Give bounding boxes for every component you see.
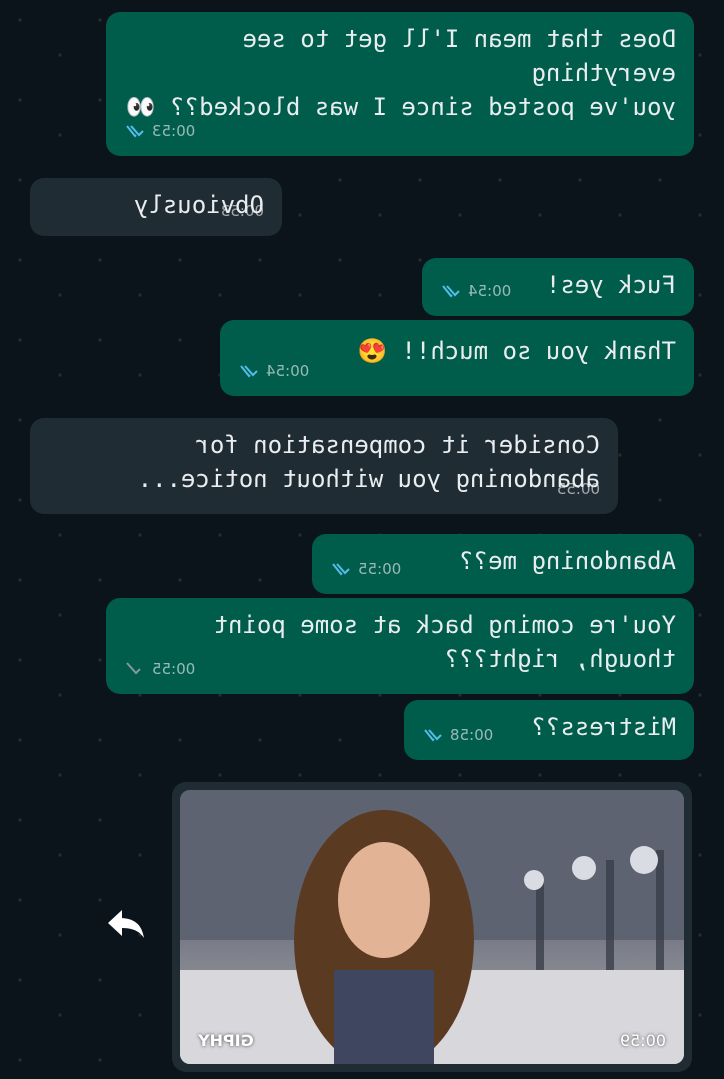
- message-time: 00:54: [266, 362, 310, 380]
- message-meta: 00:58: [420, 718, 493, 752]
- double-check-icon: [240, 365, 258, 378]
- message-bubble[interactable]: Consider it compensation for abandoning …: [30, 418, 618, 514]
- message-meta: 00:54: [438, 274, 511, 308]
- message-bubble[interactable]: Mistress?? 00:58: [404, 700, 694, 760]
- message-bubble[interactable]: You're coming back at some point though,…: [106, 598, 694, 694]
- chat-view[interactable]: Does that mean I'll get to see everythin…: [0, 0, 724, 1079]
- giphy-badge: GIPHY: [198, 1031, 254, 1050]
- message-time: 00:53: [220, 202, 264, 220]
- message-time: 00:55: [152, 660, 196, 678]
- message-text: Does that mean I'll get to see everythin…: [125, 25, 676, 121]
- message-bubble[interactable]: Does that mean I'll get to see everythin…: [106, 12, 694, 156]
- message-time: 00:53: [152, 122, 196, 140]
- double-check-icon: [332, 563, 350, 576]
- message-bubble[interactable]: Fuck yes! 00:54: [422, 258, 694, 316]
- double-check-icon: [126, 125, 144, 138]
- message-time: 00:59: [619, 1031, 666, 1050]
- double-check-icon: [442, 285, 460, 298]
- message-time: 00:54: [468, 282, 512, 300]
- double-check-icon: [424, 729, 442, 742]
- message-bubble[interactable]: Abandoning me?? 00:55: [312, 534, 694, 594]
- gif-image[interactable]: GIPHY 00:59: [180, 790, 684, 1064]
- message-meta: 00:53: [221, 194, 264, 228]
- message-text: Consider it compensation for abandoning …: [137, 431, 600, 493]
- message-meta: 00:55: [122, 652, 195, 686]
- gif-scene: [180, 790, 684, 1064]
- message-time: 00:55: [556, 480, 600, 498]
- message-meta: 00:55: [557, 472, 600, 506]
- message-bubble[interactable]: Thank you so much!! 😍 00:54: [220, 320, 694, 396]
- message-meta: 00:55: [328, 552, 401, 586]
- message-text: You're coming back at some point though,…: [213, 611, 676, 673]
- gif-message[interactable]: GIPHY 00:59: [172, 782, 692, 1072]
- message-meta: 00:53: [122, 114, 195, 148]
- forward-arrow-icon[interactable]: [104, 906, 148, 942]
- single-check-icon: [126, 662, 141, 675]
- message-time: 00:58: [450, 726, 494, 744]
- message-meta: 00:54: [236, 354, 309, 388]
- message-time: 00:55: [358, 560, 402, 578]
- message-bubble[interactable]: Obviously 00:53: [30, 178, 282, 236]
